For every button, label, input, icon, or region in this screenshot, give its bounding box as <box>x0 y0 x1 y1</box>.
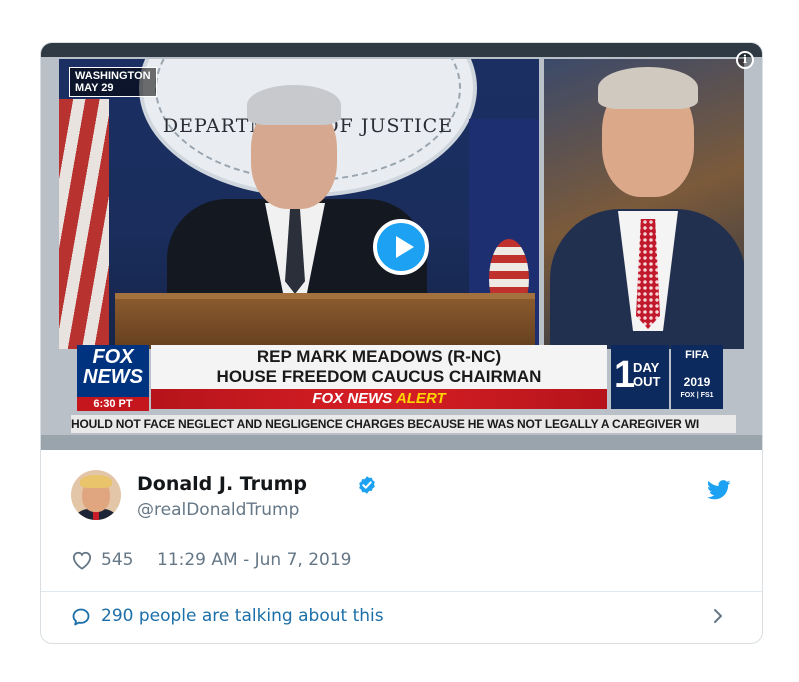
speaker-hair <box>247 85 341 125</box>
tweet-author: Donald J. Trump @realDonaldTrump <box>41 450 762 540</box>
countdown-number: 1 <box>614 354 636 396</box>
tweet-card: DEPARTMENT OF JUSTICE ON WASHINGTON MAY … <box>40 42 763 644</box>
author-handle[interactable]: @realDonaldTrump <box>137 499 299 521</box>
broadcast-time: 6:30 PT <box>77 397 149 411</box>
american-flag-left <box>59 99 109 349</box>
twitter-bird-icon[interactable] <box>707 480 731 500</box>
headline-line-2: HOUSE FREEDOM CAUCUS CHAIRMAN <box>216 367 542 386</box>
podium <box>115 293 535 349</box>
fifa-title: FIFA <box>685 349 709 361</box>
play-button[interactable] <box>373 219 429 275</box>
location-tag: WASHINGTON MAY 29 <box>69 67 157 97</box>
countdown-badge: 1 DAY OUT <box>611 345 669 409</box>
guest-hair <box>598 67 698 109</box>
like-count: 545 <box>101 550 134 570</box>
news-lower-third: FOX NEWS 6:30 PT REP MARK MEADOWS (R-NC)… <box>71 343 736 415</box>
location-line-1: WASHINGTON <box>75 70 151 82</box>
network-line-1: FOX <box>92 346 134 368</box>
guest-scene <box>544 59 744 349</box>
video-frame-top <box>41 43 762 57</box>
chyron-headline: REP MARK MEADOWS (R-NC) HOUSE FREEDOM CA… <box>151 345 607 389</box>
tweet-timestamp[interactable]: 11:29 AM - Jun 7, 2019 <box>157 548 352 572</box>
conversation-link[interactable]: 290 people are talking about this <box>71 603 731 629</box>
chevron-right-icon <box>714 609 722 623</box>
countdown-line-1: DAY <box>633 360 660 375</box>
news-ticker: HOULD NOT FACE NEGLECT AND NEGLIGENCE CH… <box>71 415 736 433</box>
fifa-network: FOX | FS1 <box>680 392 714 399</box>
tweet-meta: 545 11:29 AM - Jun 7, 2019 <box>71 548 731 572</box>
verified-badge-icon <box>359 476 375 494</box>
countdown-line-2: OUT <box>633 374 661 389</box>
fifa-year: 2019 <box>683 375 711 389</box>
alert-text: FOX NEWS <box>312 390 396 407</box>
conversation-text: 290 people are talking about this <box>101 606 384 626</box>
alert-highlight: ALERT <box>395 390 446 407</box>
network-line-2: NEWS <box>83 366 143 388</box>
play-icon <box>396 236 414 258</box>
headline-line-1: REP MARK MEADOWS (R-NC) <box>256 347 502 366</box>
info-icon[interactable]: i <box>736 51 754 69</box>
location-line-2: MAY 29 <box>75 82 114 94</box>
heart-icon[interactable] <box>71 550 93 570</box>
alert-bar: FOX NEWS ALERT <box>151 389 607 409</box>
press-conference-scene: DEPARTMENT OF JUSTICE ON WASHINGTON MAY … <box>59 59 539 349</box>
fifa-badge: FIFA 2019 FOX | FS1 <box>671 345 723 409</box>
speech-bubble-icon <box>72 608 90 626</box>
avatar[interactable] <box>71 470 121 520</box>
author-name[interactable]: Donald J. Trump <box>137 472 307 496</box>
divider <box>41 591 762 592</box>
video-player[interactable]: DEPARTMENT OF JUSTICE ON WASHINGTON MAY … <box>41 43 762 450</box>
video-bottom-strip <box>41 435 762 450</box>
